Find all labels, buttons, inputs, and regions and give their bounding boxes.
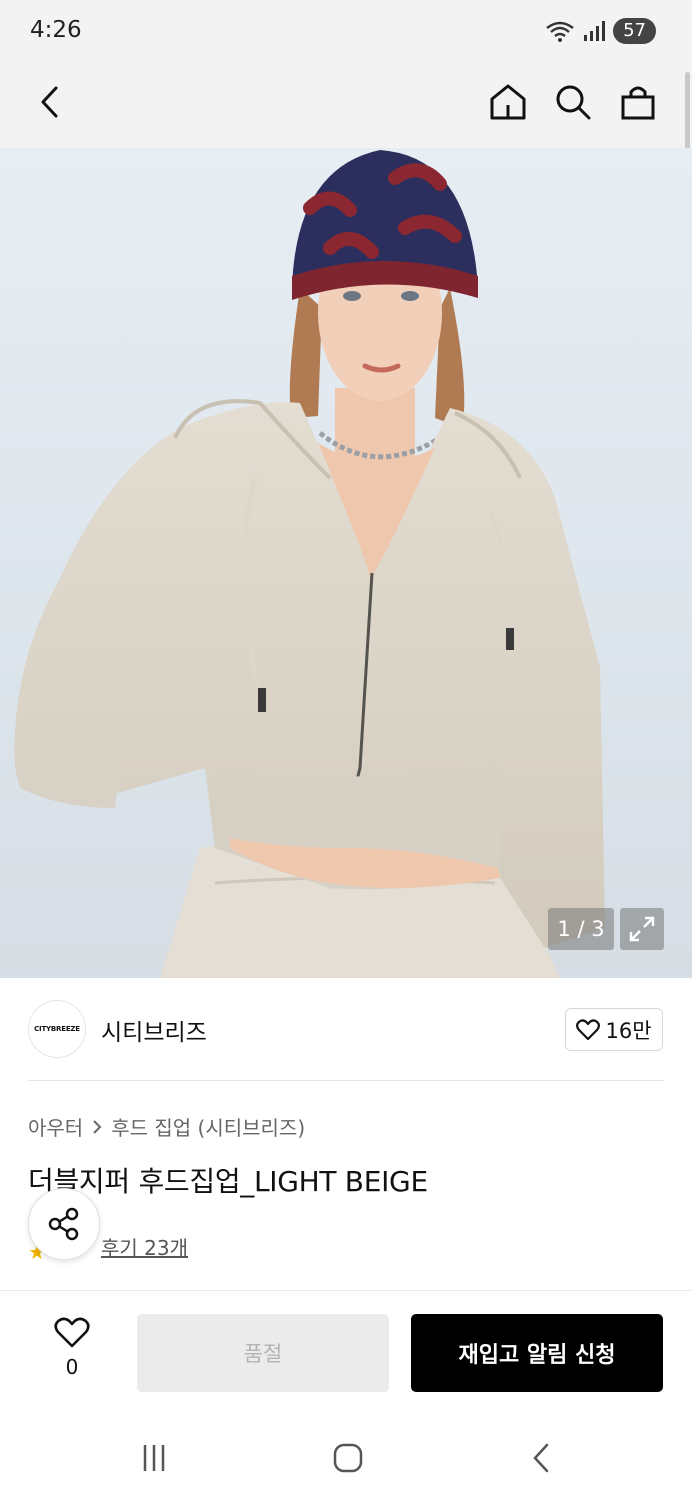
home-circle-icon: [333, 1443, 363, 1473]
breadcrumb-subcategory[interactable]: 후드 집업 (시티브리즈): [111, 1112, 305, 1141]
chevron-right-icon: [93, 1119, 102, 1134]
expand-image-button[interactable]: [620, 908, 664, 950]
bottom-action-bar: 0 품절 재입고 알림 신청: [0, 1290, 692, 1414]
app-header: [0, 62, 692, 148]
chevron-left-icon: [533, 1443, 549, 1473]
home-icon: [490, 84, 526, 120]
divider: [28, 1080, 664, 1081]
product-title: 더블지퍼 후드집업_LIGHT BEIGE: [28, 1165, 428, 1198]
brand-like-button[interactable]: 16만: [565, 1008, 663, 1051]
status-bar: 4:26 57: [0, 0, 692, 62]
shopping-bag-button[interactable]: [616, 80, 660, 124]
wishlist-count: 0: [65, 1355, 79, 1379]
breadcrumb: 아우터 후드 집업 (시티브리즈): [28, 1112, 305, 1141]
brand-name[interactable]: 시티브리즈: [101, 1013, 207, 1047]
wifi-icon: [546, 21, 574, 42]
signal-icon: [584, 21, 606, 41]
back-button[interactable]: [28, 80, 72, 124]
share-icon: [48, 1207, 79, 1241]
brand-like-count: 16만: [605, 1018, 652, 1043]
share-button[interactable]: [28, 1188, 100, 1260]
home-button[interactable]: [486, 80, 530, 124]
image-counter: 1 / 3: [548, 908, 614, 950]
review-link[interactable]: 후기 23개: [101, 1232, 188, 1261]
system-nav-bar: [0, 1414, 692, 1500]
expand-icon: [629, 916, 655, 942]
product-image[interactable]: [0, 148, 692, 978]
soldout-button: 품절: [137, 1314, 389, 1392]
system-home-button[interactable]: [326, 1436, 370, 1480]
search-button[interactable]: [551, 80, 595, 124]
recent-apps-button[interactable]: [132, 1436, 176, 1480]
chevron-left-icon: [41, 86, 58, 118]
heart-icon: [576, 1018, 601, 1040]
status-time: 4:26: [30, 17, 82, 43]
search-icon: [556, 85, 591, 120]
wishlist-button[interactable]: 0: [42, 1317, 102, 1387]
recent-apps-icon: [143, 1445, 165, 1471]
system-back-button[interactable]: [520, 1436, 564, 1480]
shopping-bag-icon: [621, 86, 655, 120]
heart-icon: [54, 1317, 90, 1348]
breadcrumb-category[interactable]: 아우터: [28, 1112, 83, 1141]
brand-logo[interactable]: CITYBREEZE: [28, 1000, 86, 1058]
status-icons: 57: [545, 18, 656, 44]
restock-alert-button[interactable]: 재입고 알림 신청: [411, 1314, 663, 1392]
brand-row: CITYBREEZE 시티브리즈 16만: [0, 980, 692, 1080]
model-photo: [14, 150, 605, 978]
battery-indicator: 57: [613, 18, 656, 44]
